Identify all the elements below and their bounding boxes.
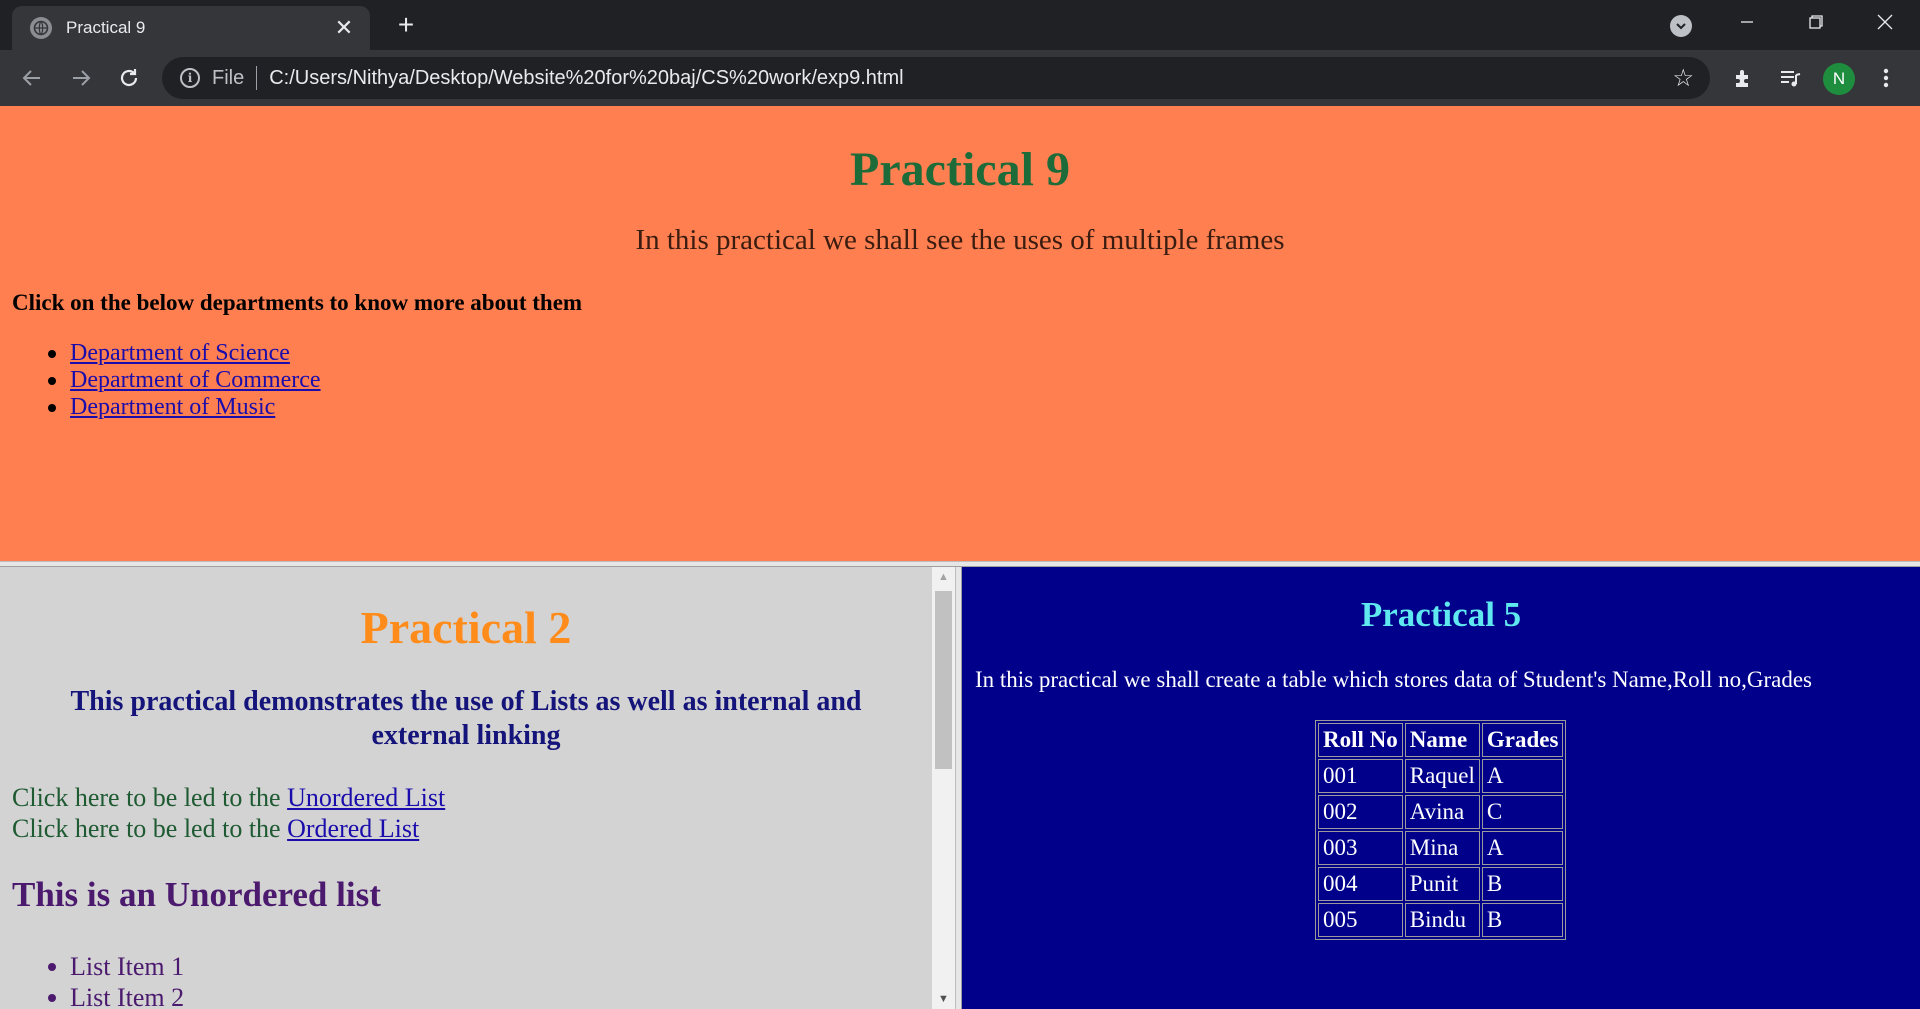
extensions-icon[interactable] bbox=[1727, 62, 1759, 94]
lead-text: Click here to be led to the bbox=[12, 814, 288, 843]
table-row: 001 Raquel A bbox=[1318, 759, 1564, 793]
restore-icon[interactable] bbox=[1791, 6, 1841, 38]
address-url[interactable]: C:/Users/Nithya/Desktop/Website%20for%20… bbox=[269, 67, 903, 90]
close-icon[interactable]: ✕ bbox=[332, 15, 356, 41]
ordered-link-line: Click here to be led to the Ordered List bbox=[12, 814, 419, 844]
list-item: Department of Music bbox=[48, 394, 321, 421]
bullet-icon bbox=[48, 993, 56, 1002]
scroll-up-icon[interactable]: ▲ bbox=[932, 567, 955, 587]
table-row: 005 Bindu B bbox=[1318, 903, 1564, 937]
info-icon[interactable]: i bbox=[180, 68, 200, 88]
address-separator bbox=[256, 66, 258, 90]
reload-icon[interactable] bbox=[113, 62, 145, 94]
table-cell: 003 bbox=[1318, 831, 1403, 865]
bullet-icon bbox=[48, 962, 56, 971]
unordered-list: List Item 1 List Item 2 bbox=[48, 951, 184, 1009]
back-icon[interactable] bbox=[16, 62, 48, 94]
table-cell: Punit bbox=[1404, 867, 1480, 901]
table-cell: A bbox=[1481, 759, 1564, 793]
page-subtitle: In this practical we shall see the uses … bbox=[635, 224, 1285, 256]
bullet-icon bbox=[48, 349, 56, 358]
media-icon[interactable] bbox=[1774, 62, 1806, 94]
unordered-list-link[interactable]: Unordered List bbox=[287, 783, 445, 812]
table-cell: A bbox=[1481, 831, 1564, 865]
tab-title: Practical 9 bbox=[66, 18, 146, 37]
menu-icon[interactable] bbox=[1870, 62, 1902, 94]
scrollbar-thumb[interactable] bbox=[935, 591, 952, 769]
table-row: 002 Avina C bbox=[1318, 795, 1564, 829]
scroll-down-icon[interactable]: ▼ bbox=[932, 989, 955, 1009]
table-cell: B bbox=[1481, 903, 1564, 937]
table-cell: Bindu bbox=[1404, 903, 1480, 937]
right-frame: Practical 5 In this practical we shall c… bbox=[962, 567, 1920, 1009]
department-commerce-link[interactable]: Department of Commerce bbox=[70, 367, 321, 394]
vertical-frame-divider[interactable] bbox=[955, 567, 962, 1009]
department-instruction: Click on the below departments to know m… bbox=[12, 290, 583, 315]
table-row: 004 Punit B bbox=[1318, 867, 1564, 901]
table-cell: Mina bbox=[1404, 831, 1480, 865]
forward-icon[interactable] bbox=[65, 62, 97, 94]
globe-icon bbox=[30, 17, 52, 39]
list-item: List Item 1 bbox=[48, 951, 184, 982]
table-cell: B bbox=[1481, 867, 1564, 901]
plus-icon[interactable]: + bbox=[390, 10, 422, 42]
list-item: List Item 2 bbox=[48, 982, 184, 1009]
address-scheme: File bbox=[212, 66, 245, 89]
table-header-row: Roll No Name Grades bbox=[1318, 723, 1564, 757]
bullet-icon bbox=[48, 376, 56, 385]
department-science-link[interactable]: Department of Science bbox=[70, 340, 290, 367]
table-cell: 002 bbox=[1318, 795, 1403, 829]
column-header: Grades bbox=[1481, 723, 1564, 757]
department-music-link[interactable]: Department of Music bbox=[70, 394, 275, 421]
tab-strip: Practical 9 ✕ + bbox=[0, 0, 1920, 50]
student-table: Roll No Name Grades 001 Raquel A 002 Avi… bbox=[1315, 720, 1567, 940]
practical-2-description: This practical demonstrates the use of L… bbox=[70, 686, 862, 751]
tab-search-icon[interactable] bbox=[1670, 15, 1692, 37]
left-frame-scrollbar[interactable]: ▲ ▼ bbox=[932, 567, 955, 1009]
table-row: 003 Mina A bbox=[1318, 831, 1564, 865]
star-icon[interactable]: ☆ bbox=[1672, 64, 1694, 93]
table-cell: 005 bbox=[1318, 903, 1403, 937]
list-item: Department of Science bbox=[48, 340, 321, 367]
practical-2-title: Practical 2 bbox=[360, 602, 572, 653]
table-cell: 001 bbox=[1318, 759, 1403, 793]
browser-tab[interactable]: Practical 9 ✕ bbox=[12, 6, 370, 50]
column-header: Name bbox=[1404, 723, 1480, 757]
avatar[interactable]: N bbox=[1823, 63, 1855, 95]
column-header: Roll No bbox=[1318, 723, 1403, 757]
lead-text: Click here to be led to the bbox=[12, 783, 288, 812]
department-list: Department of Science Department of Comm… bbox=[48, 340, 321, 421]
list-item-label: List Item 2 bbox=[70, 983, 185, 1009]
unordered-list-heading: This is an Unordered list bbox=[12, 875, 381, 914]
window-close-icon[interactable] bbox=[1860, 6, 1910, 38]
page-title: Practical 9 bbox=[850, 143, 1070, 196]
list-item-label: List Item 1 bbox=[70, 952, 185, 981]
table-cell: Raquel bbox=[1404, 759, 1480, 793]
left-frame: Practical 2 This practical demonstrates … bbox=[0, 567, 932, 1009]
bullet-icon bbox=[48, 403, 56, 412]
address-bar[interactable]: i File C:/Users/Nithya/Desktop/Website%2… bbox=[162, 57, 1710, 99]
top-frame: Practical 9 In this practical we shall s… bbox=[0, 106, 1920, 561]
minimize-icon[interactable] bbox=[1722, 6, 1772, 38]
table-cell: Avina bbox=[1404, 795, 1480, 829]
table-cell: C bbox=[1481, 795, 1564, 829]
table-cell: 004 bbox=[1318, 867, 1403, 901]
practical-5-title: Practical 5 bbox=[1360, 595, 1522, 634]
practical-5-description: In this practical we shall create a tabl… bbox=[975, 667, 1812, 692]
list-item: Department of Commerce bbox=[48, 367, 321, 394]
unordered-link-line: Click here to be led to the Unordered Li… bbox=[12, 783, 445, 813]
ordered-list-link[interactable]: Ordered List bbox=[287, 814, 419, 843]
browser-toolbar: i File C:/Users/Nithya/Desktop/Website%2… bbox=[0, 50, 1920, 106]
